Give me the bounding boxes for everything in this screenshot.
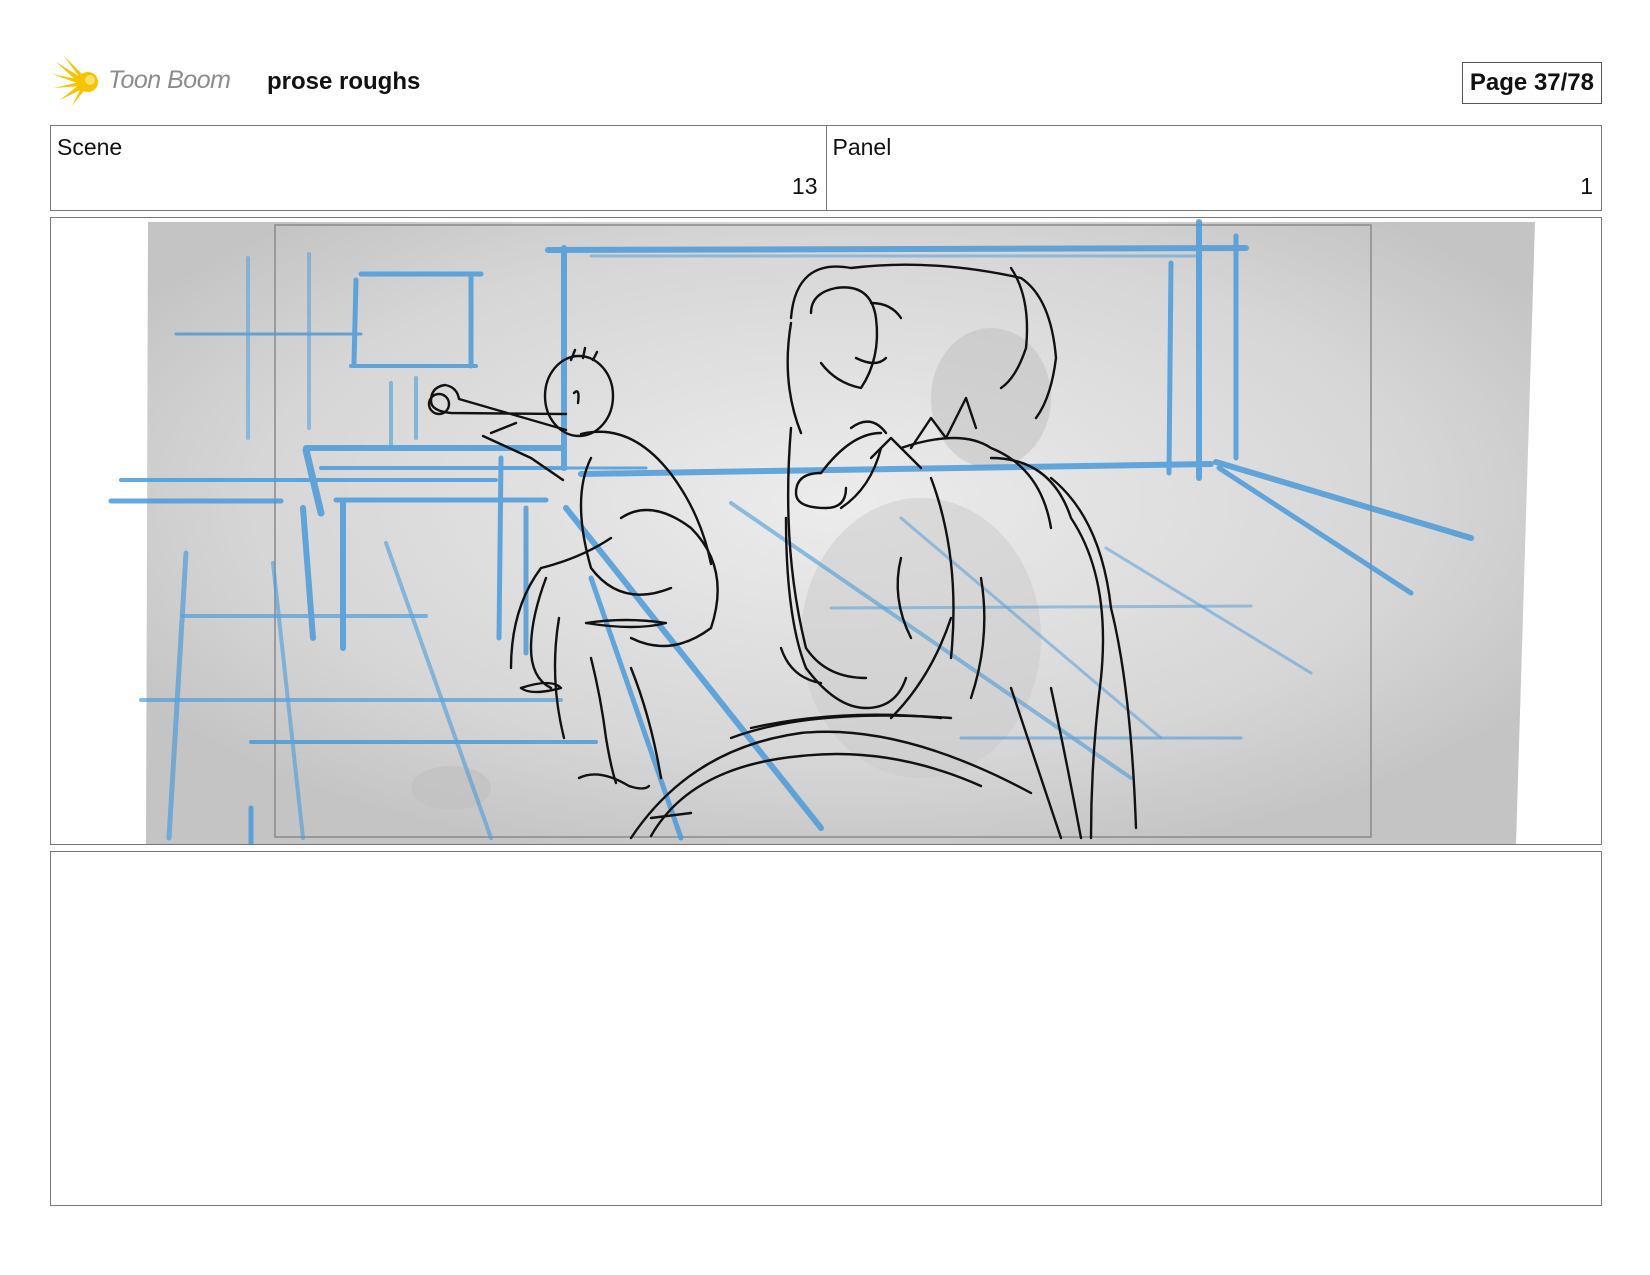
panel-label: Panel [832, 134, 892, 160]
starburst-icon [52, 56, 98, 106]
toon-boom-logo: Toon Boom [52, 56, 252, 108]
sketch-drawing [108, 219, 1535, 844]
panel-notes [50, 851, 1602, 1206]
scene-value: 13 [791, 173, 818, 199]
storyboard-panel [50, 217, 1602, 845]
header: Toon Boom prose roughs Page 37/78 [52, 56, 1602, 108]
logo-text: Toon Boom [108, 66, 231, 94]
project-title: prose roughs [267, 68, 421, 95]
scene-panel-info: Scene 13 Panel 1 [50, 125, 1602, 211]
scene-cell: Scene 13 [51, 126, 826, 210]
scene-label: Scene [57, 134, 123, 160]
page-number: Page 37/78 [1461, 62, 1602, 104]
panel-cell: Panel 1 [825, 126, 1602, 210]
panel-value: 1 [1580, 173, 1593, 199]
